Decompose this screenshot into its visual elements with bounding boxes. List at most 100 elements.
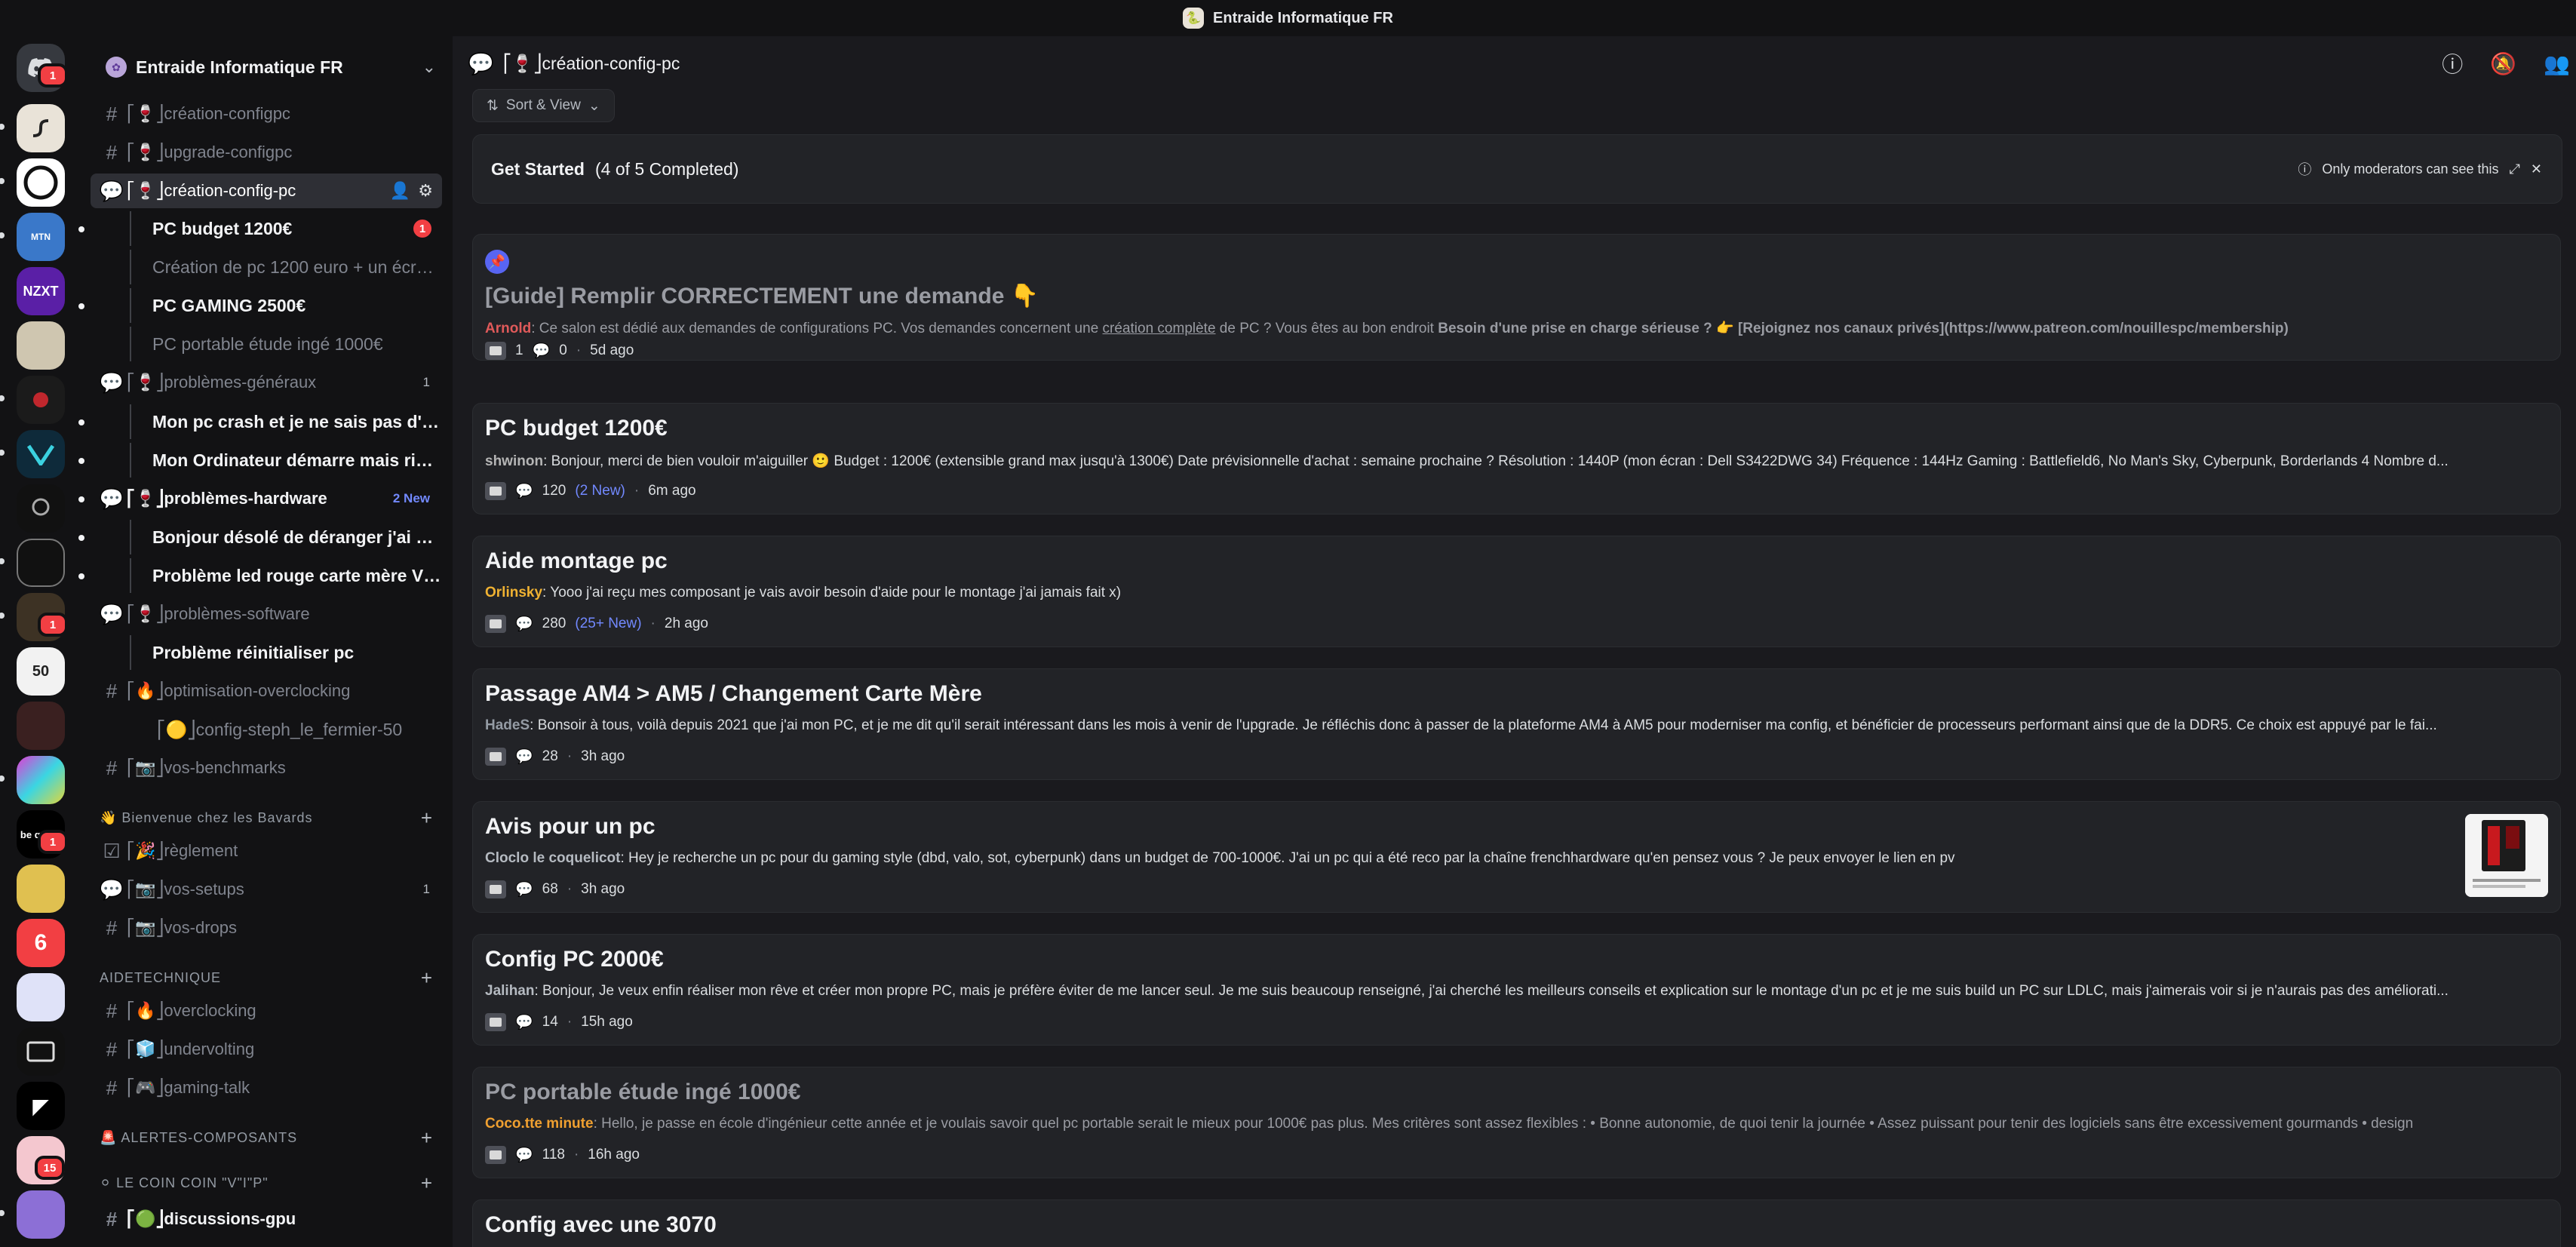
thread-mon-ordinateur[interactable]: Mon Ordinateur démarre mais rien d... [130,443,442,478]
forum-post-guide[interactable]: 📌 [Guide] Remplir CORRECTEMENT une deman… [472,234,2561,361]
chevron-down-icon: ⌄ [422,57,436,76]
server-icon-red[interactable] [17,376,65,424]
server-icon-amd[interactable]: ◤ [17,1082,65,1130]
sort-view-button[interactable]: ⇅ Sort & View ⌄ [472,89,615,122]
forum-post[interactable]: Config PC 2000€ Jalihan: Bonjour, Je veu… [472,934,2561,1046]
channel-upgrade-configpc[interactable]: # ⎡🍷⎦upgrade-configpc [91,135,442,170]
forum-post[interactable]: Config avec une 3070 [472,1199,2561,1247]
channel-vos-benchmarks[interactable]: # ⎡📷⎦vos-benchmarks [91,751,442,785]
server-icon-50rats[interactable]: 50 [17,647,65,696]
unread-pip [0,776,5,782]
server-icon-pin[interactable] [17,484,65,533]
unread-pip [78,226,84,232]
post-snippet: Jalihan: Bonjour, Je veux enfin réaliser… [485,983,2449,999]
unread-pip [78,573,84,579]
channel-problemes-hardware[interactable]: 💬 ⎡🍷⎦problèmes-hardware 2 New [91,481,442,516]
post-thumbnail[interactable] [2465,814,2548,897]
thread-pc-portable[interactable]: PC portable étude ingé 1000€ [130,327,442,361]
thread-probleme-led[interactable]: Problème led rouge carte mère VGA ... [130,558,442,593]
category-bienvenue[interactable]: 👋 Bienvenue chez les Bavards + [100,804,442,831]
thread-probleme-reinit[interactable]: Problème réinitialiser pc [130,635,442,670]
channel-overclocking[interactable]: # ⎡🔥⎦overclocking [91,994,442,1028]
forum-icon: 💬 [468,51,494,75]
tag-icon [485,342,506,360]
server-icon-6[interactable]: 6 [17,919,65,967]
separator-dot: · [566,881,573,897]
category-coin[interactable]: ⚪ LE COIN COIN "V"I"P" + [100,1169,442,1196]
unread-pip [78,535,84,541]
post-title: Config avec une 3070 [485,1212,717,1237]
forum-main: 💬 ⎡🍷⎦création-config-pc ⓘ 🔕 👥 ⇅ Sort & V… [453,36,2576,1247]
channel-undervolting[interactable]: # ⎡🧊⎦undervolting [91,1032,442,1067]
thread-config-steph[interactable]: ⎡🟡⎦config-steph_le_fermier-50 [136,712,447,747]
members-icon[interactable]: 👥 [2544,51,2570,76]
add-member-icon[interactable]: 👤 [390,181,410,201]
server-icon-round[interactable] [17,539,65,587]
post-title: Config PC 2000€ [485,947,664,972]
add-channel-icon[interactable]: + [421,1172,433,1195]
channel-problemes-software[interactable]: 💬 ⎡🍷⎦problèmes-software [91,597,442,631]
thread-creation-pc[interactable]: Création de pc 1200 euro + un écran ... [130,250,442,284]
post-meta: 💬 68 · 3h ago [485,880,625,898]
channel-header: 💬 ⎡🍷⎦création-config-pc ⓘ 🔕 👥 [453,36,2576,91]
server-icon-cartoon[interactable] [17,865,65,913]
forum-post[interactable]: Passage AM4 > AM5 / Changement Carte Mèr… [472,668,2561,780]
server-icon-anime[interactable] [17,321,65,370]
channel-reglement[interactable]: ☑ ⎡🎉⎦règlement [91,834,442,868]
unread-pip [78,419,84,425]
forum-post[interactable]: PC portable étude ingé 1000€ Coco.tte mi… [472,1067,2561,1178]
reply-icon: 💬 [515,1147,533,1163]
add-channel-icon[interactable]: + [421,1126,433,1150]
reply-icon: 💬 [515,882,533,898]
hash-icon: # [106,1037,118,1061]
info-icon[interactable]: ⓘ [2442,48,2463,78]
hash-icon: # [106,756,118,779]
forum-post[interactable]: Avis pour un pc Cloclo le coquelicot: He… [472,801,2561,913]
thread-pc-gaming[interactable]: PC GAMING 2500€ [130,288,442,323]
notifications-muted-icon[interactable]: 🔕 [2490,51,2516,76]
expand-icon[interactable]: ⤢ [2510,161,2520,177]
close-icon[interactable]: ✕ [2531,161,2542,177]
server-icon-circle[interactable] [17,158,65,207]
reply-icon: 💬 [515,484,533,499]
channel-gaming-talk[interactable]: # ⎡🎮⎦gaming-talk [91,1070,442,1105]
gear-icon[interactable]: ⚙ [418,181,433,201]
server-icon-nzxt[interactable]: NZXT [17,267,65,315]
channel-problemes-generaux[interactable]: 💬 ⎡🍷⎦problèmes-généraux 1 [91,365,442,400]
channel-optimisation-overclocking[interactable]: # ⎡🔥⎦optimisation-overclocking [91,674,442,708]
category-alertes[interactable]: 🚨 ALERTES-COMPOSANTS + [100,1124,442,1151]
server-icon-box[interactable] [17,1027,65,1076]
forum-post[interactable]: Aide montage pc Orlinsky: Yooo j'ai reçu… [472,536,2561,647]
pin-icon: 📌 [485,250,509,274]
hash-icon: # [106,1207,118,1230]
channel-creation-configpc[interactable]: # ⎡🍷⎦création-configpc [91,97,442,131]
tag-icon [485,1013,506,1031]
server-icon-valorant[interactable] [17,430,65,478]
server-icon-entraide[interactable] [17,104,65,152]
post-title: PC portable étude ingé 1000€ [485,1080,801,1104]
add-channel-icon[interactable]: + [421,966,433,990]
get-started-panel[interactable]: Get Started (4 of 5 Completed) ⓘ Only mo… [472,134,2562,204]
forum-icon: 💬 [99,487,124,510]
category-aidetechnique[interactable]: AIDETECHNIQUE + [100,964,442,991]
forum-post[interactable]: PC budget 1200€ shwinon: Bonjour, merci … [472,403,2561,514]
channel-discussions-gpu[interactable]: # ⎡🟢⎦discussions-gpu [91,1202,442,1236]
forum-icon: 💬 [99,370,124,394]
add-channel-icon[interactable]: + [421,806,433,830]
server-icon-purple[interactable] [17,1190,65,1239]
channel-vos-setups[interactable]: 💬 ⎡📷⎦vos-setups 1 [91,872,442,907]
server-icon-game[interactable] [17,702,65,750]
server-icon-mountain[interactable]: MTN [17,213,65,261]
channel-creation-config-pc[interactable]: 💬 ⎡🍷⎦création-config-pc 👤 ⚙ [91,174,442,208]
post-meta: 💬 118 · 16h ago [485,1146,640,1164]
server-icon-hands[interactable] [17,973,65,1021]
thread-pc-budget[interactable]: PC budget 1200€ 1 [130,211,442,246]
server-icon-rainbow[interactable] [17,756,65,804]
channel-vos-drops[interactable]: # ⎡📷⎦vos-drops [91,911,442,945]
thread-bonjour-desole[interactable]: Bonjour désolé de déranger j'ai achet... [130,520,442,554]
server-header[interactable]: ✿ Entraide Informatique FR ⌄ [91,44,445,91]
info-icon: ⓘ [2298,162,2312,177]
forum-icon: 💬 [99,602,124,625]
reply-icon: 💬 [515,1015,533,1030]
thread-mon-pc-crash[interactable]: Mon pc crash et je ne sais pas d'où ça..… [130,404,442,439]
